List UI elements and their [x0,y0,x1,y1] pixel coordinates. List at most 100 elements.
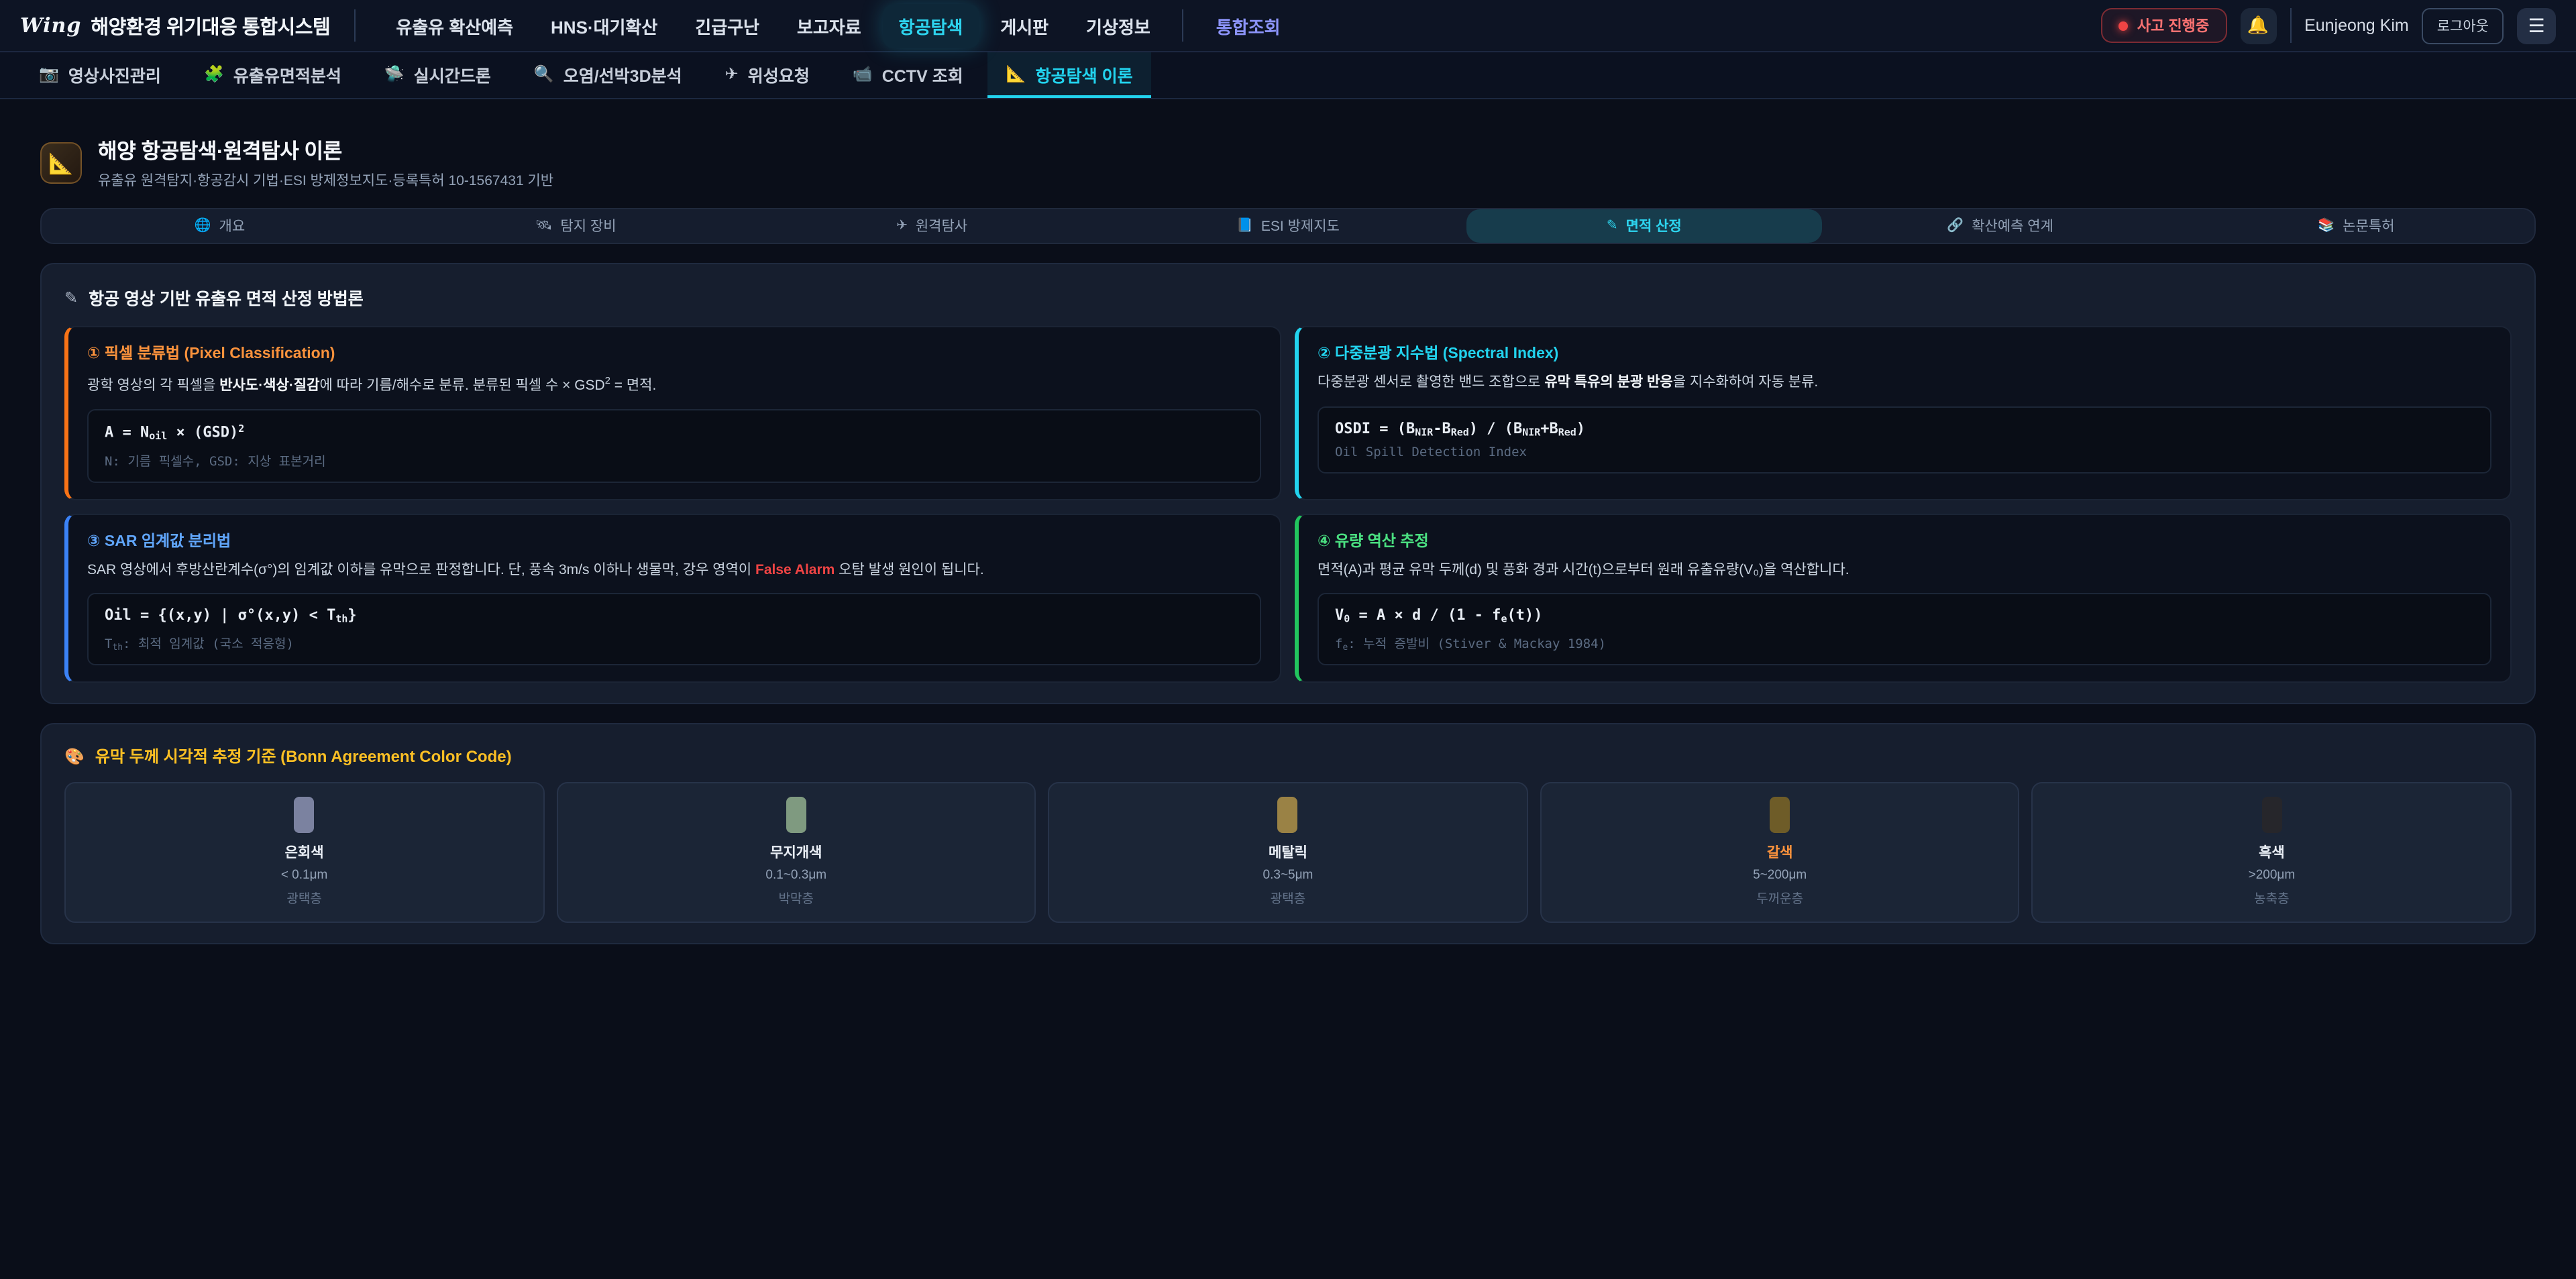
method-card-title: ① 픽셀 분류법 (Pixel Classification) [87,342,1261,364]
subtab-pollution-ship-3d-analysis[interactable]: 🔍 오염/선박3D분석 [515,52,701,98]
satellite-icon: 🛰 [535,219,552,233]
menu-item-weather[interactable]: 기상정보 [1070,3,1167,48]
method-card-pixel-classification: ① 픽셀 분류법 (Pixel Classification) 광학 영상의 각… [64,326,1281,500]
formula-caption: fe: 누적 증발비 (Stiver & Mackay 1984) [1335,633,2474,653]
airplane-icon: ✈ [896,219,908,233]
tab-detection-equipment[interactable]: 🛰 탐지 장비 [398,209,754,243]
subtab-cctv-view[interactable]: 📹 CCTV 조회 [834,52,982,98]
palette-icon: 🎨 [64,747,85,766]
incident-status-badge[interactable]: 사고 진행중 [2101,8,2226,43]
formula: V0 = A × d / (1 - fe(t)) [1335,607,2474,625]
top-navbar: Wing 해양환경 위기대응 통합시스템 유출유 확산예측 HNS·대기확산 긴… [0,0,2576,52]
tab-diffusion-forecast-link[interactable]: 🔗 확산예측 연계 [1822,209,2178,243]
main-menu: 유출유 확산예측 HNS·대기확산 긴급구난 보고자료 항공탐색 게시판 기상정… [380,3,1296,48]
bonn-color-name: 흑색 [2044,843,2500,863]
menu-item-board[interactable]: 게시판 [984,3,1065,48]
subtab-label: 오염/선박3D분석 [564,61,682,87]
logo-wing-mark: Wing [20,13,81,38]
color-swatch [1278,797,1298,834]
method-card-title: ③ SAR 임계값 분리법 [87,529,1261,551]
methods-panel: ✎ 항공 영상 기반 유출유 면적 산정 방법론 ① 픽셀 분류법 (Pixel… [40,263,2536,705]
formula-caption: Oil Spill Detection Index [1335,446,2474,461]
navbar-right: 사고 진행중 🔔 Eunjeong Kim 로그아웃 ☰ [2101,7,2556,44]
formula: A = Noil × (GSD)2 [105,423,1244,443]
bonn-card-silver-gray: 은회색 < 0.1μm 광택층 [64,783,544,924]
subtab-aerial-search-theory[interactable]: 📐 항공탐색 이론 [987,52,1152,98]
methods-grid: ① 픽셀 분류법 (Pixel Classification) 광학 영상의 각… [64,326,2512,683]
user-name: Eunjeong Kim [2304,16,2409,35]
bonn-thickness-range: 0.1~0.3μm [568,869,1024,883]
subtab-label: 위성요청 [748,61,810,87]
navbar-divider [354,9,356,42]
method-card-spectral-index: ② 다중분광 지수법 (Spectral Index) 다중분광 센서로 촬영한… [1295,326,2512,500]
subtab-label: 항공탐색 이론 [1036,61,1133,87]
method-card-description: SAR 영상에서 후방산란계수(σ°)의 임계값 이하를 유막으로 판정합니다.… [87,560,1261,581]
subtab-image-photo-management[interactable]: 📷 영상사진관리 [20,52,180,98]
color-swatch [786,797,806,834]
bonn-thickness-range: >200μm [2044,869,2500,883]
menu-item-reports[interactable]: 보고자료 [781,3,877,48]
methods-title-text: 항공 영상 기반 유출유 면적 산정 방법론 [89,284,364,310]
bonn-thickness-range: < 0.1μm [76,869,532,883]
formula-block: A = Noil × (GSD)2 N: 기름 픽셀수, GSD: 지상 표본거… [87,410,1261,483]
bonn-layer-description: 두꺼운층 [1552,889,2008,907]
tab-label: 탐지 장비 [560,216,616,236]
camera-icon: 📷 [39,64,59,83]
tab-label: 원격탐사 [916,216,967,236]
bonn-layer-description: 광택층 [1060,889,1515,907]
subtab-realtime-drone[interactable]: 🛸 실시간드론 [366,52,510,98]
page-header-icon-box: 📐 [40,142,82,184]
tab-label: 면적 산정 [1626,216,1682,236]
bonn-title-text: 유막 두께 시각적 추정 기준 (Bonn Agreement Color Co… [95,745,512,768]
menu-item-hns-atmospheric[interactable]: HNS·대기확산 [535,3,674,48]
pencil-icon: ✎ [1607,219,1618,233]
subtab-label: 유출유면적분석 [233,61,341,87]
tab-esi-map[interactable]: 📘 ESI 방제지도 [1110,209,1466,243]
method-card-description: 다중분광 센서로 촬영한 밴드 조합으로 유막 특유의 분광 반응을 지수화하여… [1318,373,2491,394]
link-icon: 🔗 [1947,219,1964,233]
bonn-color-name: 메탈릭 [1060,843,1515,863]
bonn-color-name: 갈색 [1552,843,2008,863]
logo: Wing 해양환경 위기대응 통합시스템 [20,11,330,40]
hamburger-icon: ☰ [2528,14,2544,37]
color-swatch [1770,797,1790,834]
page-header-text: 해양 항공탐색·원격탐사 이론 유출유 원격탐지·항공감시 기법·ESI 방제정… [98,135,553,190]
tab-area-calculation[interactable]: ✎ 면적 산정 [1466,209,1822,243]
menu-item-emergency-rescue[interactable]: 긴급구난 [679,3,775,48]
color-swatch [2261,797,2282,834]
tab-label: 개요 [219,216,246,236]
subtab-satellite-request[interactable]: ✈ 위성요청 [706,52,828,98]
bonn-card-black: 흑색 >200μm 농축층 [2032,783,2512,924]
bonn-thickness-range: 5~200μm [1552,869,2008,883]
notification-bell-button[interactable]: 🔔 [2240,7,2276,44]
menu-item-aerial-search[interactable]: 항공탐색 [883,3,979,48]
menu-item-oil-spill-forecast[interactable]: 유출유 확산예측 [380,3,529,48]
globe-icon: 🌐 [195,219,211,233]
bonn-card-metallic: 메탈릭 0.3~5μm 광택층 [1048,783,1527,924]
subtab-label: 영상사진관리 [68,61,161,87]
menu-item-integrated-search[interactable]: 통합조회 [1200,3,1297,48]
subtab-label: 실시간드론 [414,61,491,87]
hamburger-menu-button[interactable]: ☰ [2517,7,2556,44]
airplane-icon: ✈ [725,64,739,83]
subtab-oil-area-analysis[interactable]: 🧩 유출유면적분석 [185,52,360,98]
color-swatch [294,797,315,834]
tab-remote-sensing[interactable]: ✈ 원격탐사 [754,209,1110,243]
triangle-ruler-icon: 📐 [1006,64,1026,83]
method-card-description: 면적(A)과 평균 유막 두께(d) 및 풍화 경과 시간(t)으로부터 원래 … [1318,560,2491,581]
navbar-right-divider [2290,8,2291,43]
tab-label: ESI 방제지도 [1261,216,1340,236]
bonn-card-brown: 갈색 5~200μm 두꺼운층 [1540,783,2020,924]
bonn-layer-description: 농축층 [2044,889,2500,907]
triangle-ruler-icon: 📐 [48,151,73,175]
tab-papers-patents[interactable]: 📚 논문특허 [2178,209,2534,243]
method-card-title: ② 다중분광 지수법 (Spectral Index) [1318,342,2491,364]
logout-button[interactable]: 로그아웃 [2422,7,2504,44]
pencil-icon: ✎ [64,288,78,307]
tab-overview[interactable]: 🌐 개요 [42,209,398,243]
drone-icon: 🛸 [384,64,405,83]
formula: OSDI = (BNIR-BRed) / (BNIR+BRed) [1335,420,2474,438]
formula-caption: N: 기름 픽셀수, GSD: 지상 표본거리 [105,450,1244,469]
bonn-panel-title: 🎨 유막 두께 시각적 추정 기준 (Bonn Agreement Color … [64,745,2512,768]
page-header: 📐 해양 항공탐색·원격탐사 이론 유출유 원격탐지·항공감시 기법·ESI 방… [40,135,2536,190]
